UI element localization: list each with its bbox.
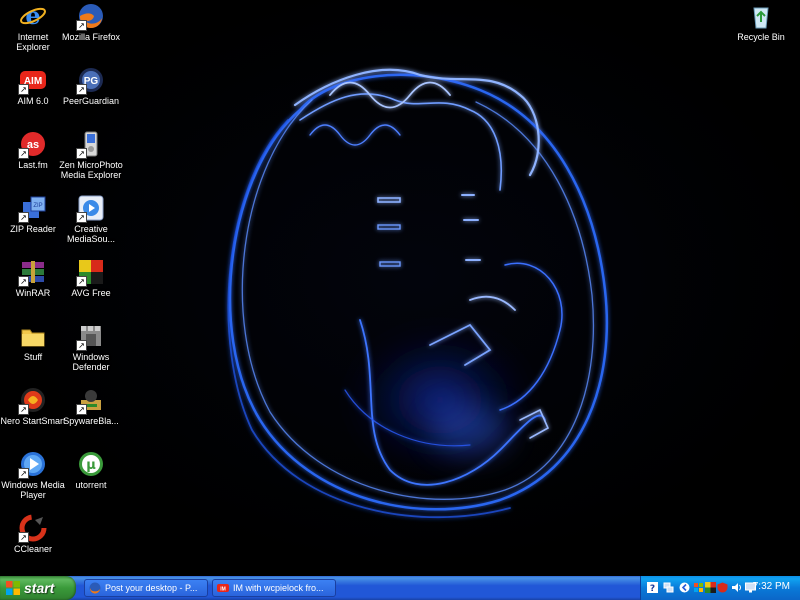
taskbar-button-firefox[interactable]: Post your desktop - P... <box>84 579 208 597</box>
desktop-icon-lastfm[interactable]: as ↗ Last.fm <box>0 128 66 190</box>
desktop-icon-winrar[interactable]: ↗ WinRAR <box>0 256 66 318</box>
lastfm-icon: as ↗ <box>18 130 47 159</box>
shortcut-arrow-icon: ↗ <box>18 276 29 287</box>
shield-icon[interactable] <box>717 582 728 593</box>
shortcut-arrow-icon: ↗ <box>76 340 87 351</box>
shortcut-arrow-icon: ↗ <box>18 468 29 479</box>
taskbar-button-label: IM with wcpielock fro... <box>233 583 324 593</box>
desktop-icon-label: PeerGuardian <box>62 96 120 106</box>
desktop-icon-ccleaner[interactable]: ↗ CCleaner <box>0 512 66 574</box>
zen-microphoto-icon: ↗ <box>76 130 105 159</box>
folder-icon <box>19 322 47 350</box>
desktop-icon-label: Recycle Bin <box>737 32 785 42</box>
shortcut-arrow-icon: ↗ <box>18 84 29 95</box>
aim-icon: AIM ↗ <box>18 66 47 95</box>
shortcut-arrow-icon: ↗ <box>18 532 29 543</box>
taskbar-button-aim[interactable]: IM IM with wcpielock fro... <box>212 579 336 597</box>
system-tray: ? 7:32 PM <box>640 576 800 600</box>
desktop-icon-nero[interactable]: ↗ Nero StartSmart <box>0 384 66 446</box>
desktop-icon-utorrent[interactable]: µ utorrent <box>58 448 124 510</box>
shortcut-arrow-icon: ↗ <box>18 404 29 415</box>
start-label: start <box>24 580 55 596</box>
desktop-icon-label: CCleaner <box>13 544 53 554</box>
taskbar-button-label: Post your desktop - P... <box>105 583 198 593</box>
antivirus-icon[interactable] <box>705 582 716 593</box>
svg-text:e: e <box>25 2 40 30</box>
desktop-icon-label: Internet Explorer <box>16 32 50 52</box>
desktop-icon-label: Windows Defender <box>72 352 110 372</box>
creative-mediasource-icon: ↗ <box>76 194 105 223</box>
desktop-icon-label: ZIP Reader <box>10 224 56 234</box>
desktop-icon-label: Nero StartSmart <box>0 416 66 426</box>
internet-explorer-icon: e <box>19 2 47 30</box>
firefox-icon: ↗ <box>76 2 105 31</box>
desktop-icon-label: Mozilla Firefox <box>61 32 120 42</box>
desktop-icon-label: Creative MediaSou... <box>66 224 116 244</box>
zip-reader-icon: ZIP ↗ <box>18 194 47 223</box>
desktop-icon-zip-reader[interactable]: ZIP ↗ ZIP Reader <box>0 192 66 254</box>
shortcut-arrow-icon: ↗ <box>76 148 87 159</box>
desktop-icon-internet-explorer[interactable]: e Internet Explorer <box>0 0 66 62</box>
media-player-icon: ↗ <box>18 450 47 479</box>
start-button[interactable]: start <box>0 576 76 600</box>
help-icon[interactable]: ? <box>647 582 658 593</box>
svg-text:?: ? <box>650 584 655 593</box>
clock[interactable]: 7:32 PM <box>753 581 790 592</box>
shortcut-arrow-icon: ↗ <box>76 84 87 95</box>
shortcut-arrow-icon: ↗ <box>76 276 87 287</box>
windows-logo-icon <box>6 581 20 595</box>
desktop-icon-label: WinRAR <box>15 288 51 298</box>
desktop-icon-label: SpywareBla... <box>63 416 119 426</box>
ccleaner-icon: ↗ <box>18 514 47 543</box>
desktop-icon-avg-free[interactable]: ↗ AVG Free <box>58 256 124 318</box>
svg-text:µ: µ <box>86 458 96 473</box>
firefox-icon <box>89 582 101 594</box>
desktop-icon-aim[interactable]: AIM ↗ AIM 6.0 <box>0 64 66 126</box>
shortcut-arrow-icon: ↗ <box>76 404 87 415</box>
recycle-bin-icon <box>747 2 775 30</box>
desktop-icon-label: Stuff <box>23 352 43 362</box>
desktop-icon-label: Last.fm <box>18 160 48 170</box>
winrar-icon: ↗ <box>18 258 47 287</box>
desktop[interactable]: e Internet Explorer AIM ↗ AIM 6.0 as ↗ L… <box>0 0 800 576</box>
desktop-icon-firefox[interactable]: ↗ Mozilla Firefox <box>58 0 124 62</box>
desktop-icon-peerguardian[interactable]: PG ↗ PeerGuardian <box>58 64 124 126</box>
utorrent-icon: µ <box>77 450 105 478</box>
network-icon[interactable] <box>663 582 674 593</box>
desktop-icon-creative-mediasource[interactable]: ↗ Creative MediaSou... <box>58 192 124 254</box>
svg-text:IM: IM <box>220 587 226 593</box>
shortcut-arrow-icon: ↗ <box>18 148 29 159</box>
taskbar: start Post your desktop - P... IM IM wit… <box>0 576 800 600</box>
aim-icon: IM <box>217 584 229 593</box>
spywareblaster-icon: ↗ <box>76 386 105 415</box>
desktop-icon-zen-microphoto[interactable]: ↗ Zen MicroPhoto Media Explorer <box>58 128 124 190</box>
windows-defender-icon: ↗ <box>76 322 105 351</box>
shortcut-arrow-icon: ↗ <box>18 212 29 223</box>
nero-icon: ↗ <box>18 386 47 415</box>
back-icon[interactable] <box>679 582 690 593</box>
avg-icon: ↗ <box>76 258 105 287</box>
desktop-icon-windows-media-player[interactable]: ↗ Windows Media Player <box>0 448 66 510</box>
svg-text:ZIP: ZIP <box>33 203 42 209</box>
flag-icon[interactable] <box>693 582 704 593</box>
shortcut-arrow-icon: ↗ <box>76 212 87 223</box>
desktop-icon-stuff-folder[interactable]: Stuff <box>0 320 66 382</box>
speaker-icon[interactable] <box>731 582 742 593</box>
desktop-icon-label: utorrent <box>75 480 107 490</box>
desktop-icon-label: AIM 6.0 <box>17 96 49 106</box>
desktop-icon-recycle-bin[interactable]: Recycle Bin <box>728 0 794 62</box>
desktop-icon-label: Zen MicroPhoto Media Explorer <box>59 160 123 180</box>
peerguardian-icon: PG ↗ <box>76 66 105 95</box>
shortcut-arrow-icon: ↗ <box>76 20 87 31</box>
desktop-icon-label: Windows Media Player <box>1 480 65 500</box>
desktop-icon-label: AVG Free <box>71 288 111 298</box>
desktop-icon-spywareblaster[interactable]: ↗ SpywareBla... <box>58 384 124 446</box>
desktop-icon-windows-defender[interactable]: ↗ Windows Defender <box>58 320 124 382</box>
